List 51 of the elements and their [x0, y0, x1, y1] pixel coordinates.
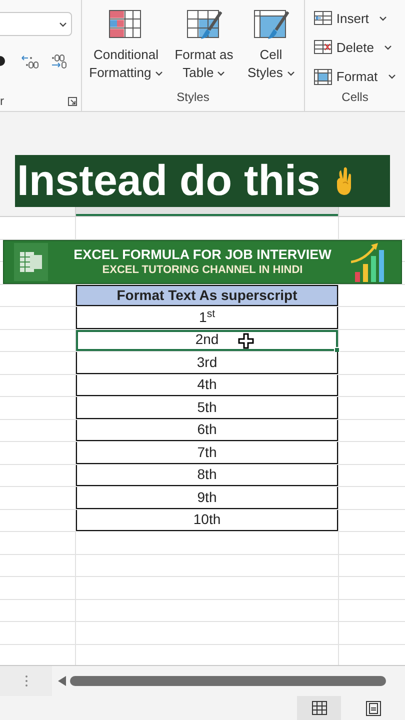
group-label: r [0, 93, 4, 110]
table-cell[interactable]: 8th [76, 464, 338, 486]
format-cells-icon[interactable] [314, 68, 332, 84]
more-icon[interactable] [24, 675, 28, 687]
page-icon[interactable] [366, 700, 380, 716]
chevron-icon[interactable] [388, 74, 396, 79]
table-cell[interactable]: 6th [76, 420, 338, 441]
ribbon-button[interactable]: Format as Table [168, 10, 240, 88]
scrollbar-thumb[interactable] [70, 676, 386, 686]
dialog-launcher-icon[interactable] [68, 97, 77, 106]
banner-title: EXCEL FORMULA FOR JOB INTERVIEW [74, 246, 332, 263]
chevron-icon[interactable] [378, 16, 387, 21]
chevron-icon[interactable] [384, 45, 392, 50]
table-cell[interactable]: 9th [76, 487, 338, 508]
table-cell[interactable]: 7th [76, 442, 338, 464]
chevron-icon[interactable] [154, 71, 163, 76]
conditional-format-icon[interactable] [108, 10, 144, 40]
table-cell[interactable]: 1$^{st}$ [76, 307, 338, 328]
spreadsheet-icon[interactable] [14, 243, 48, 281]
table-cell[interactable]: 3rd [76, 352, 338, 374]
cell-brush-icon[interactable] [254, 10, 288, 40]
table-cell[interactable]: 2nd [76, 330, 338, 351]
cursor-icon[interactable] [238, 332, 254, 348]
chevron-icon[interactable] [286, 71, 294, 76]
table-cell[interactable]: 10th [76, 510, 338, 531]
grid-icon[interactable] [312, 700, 326, 716]
column-header[interactable] [76, 207, 338, 216]
growth-chart-icon[interactable] [351, 242, 385, 282]
ribbon-button[interactable]: Insert [314, 7, 387, 30]
comma-style-icon[interactable] [0, 55, 6, 67]
scroll-left-icon[interactable] [58, 676, 66, 686]
table-header-cell: Format Text As superscript [76, 284, 338, 306]
caption-text: Instead do this [17, 160, 320, 202]
table-cell[interactable]: 5th [76, 397, 338, 418]
table-cell[interactable]: 4th [76, 374, 338, 396]
table-brush-icon[interactable] [186, 10, 222, 40]
banner-subtitle: EXCEL TUTORING CHANNEL IN HINDI [102, 263, 303, 278]
fill-handle[interactable] [334, 347, 340, 353]
ribbon-button[interactable]: Cell Styles [242, 10, 300, 88]
increase-decimal-icon[interactable] [20, 54, 39, 70]
ribbon-button[interactable]: Format [314, 65, 396, 88]
insert-cells-icon[interactable] [314, 10, 332, 26]
ribbon-button[interactable]: Conditional Formatting [86, 10, 166, 88]
decrease-decimal-icon[interactable] [50, 54, 67, 69]
normal-view-button[interactable] [297, 696, 341, 720]
group-label: Styles [176, 89, 210, 106]
delete-cells-icon[interactable] [314, 40, 332, 56]
chevron-icon[interactable] [59, 22, 67, 26]
ribbon-button[interactable]: Delete [314, 36, 392, 59]
group-label: Cells [342, 89, 368, 106]
chevron-icon[interactable] [217, 71, 226, 76]
